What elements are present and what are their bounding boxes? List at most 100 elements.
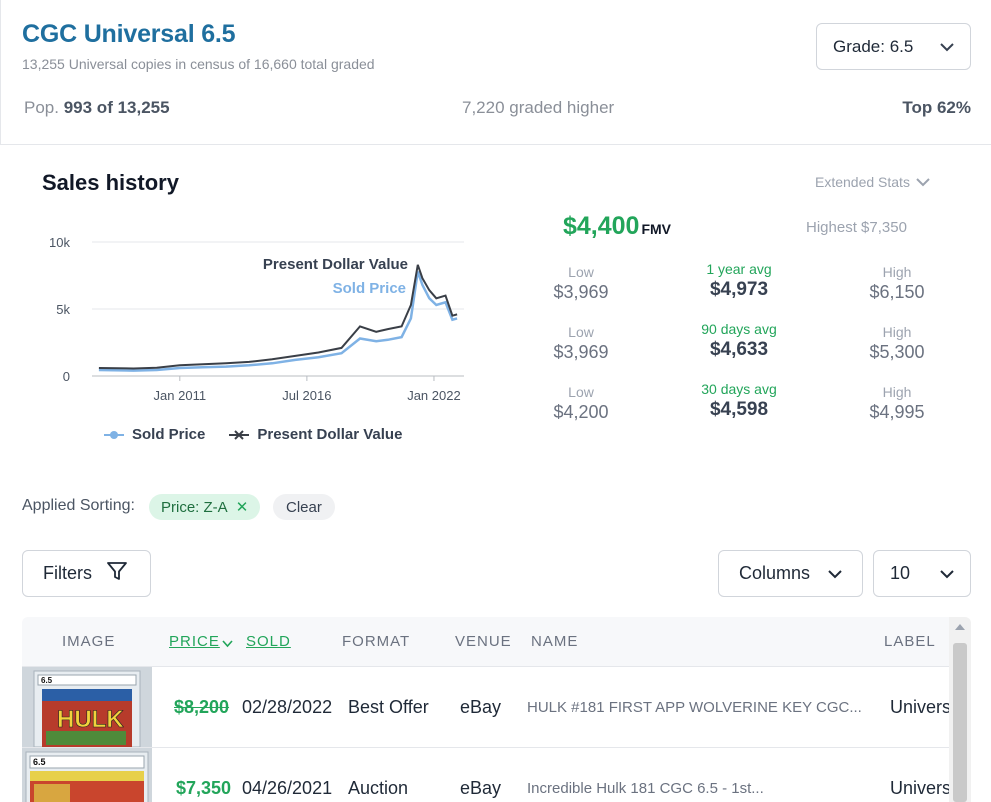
x-tick-label: Jan 2011 xyxy=(154,388,207,403)
chevron-down-icon xyxy=(940,37,954,57)
venue: eBay xyxy=(460,697,502,717)
extended-stats-label: Extended Stats xyxy=(815,174,910,190)
applied-sorting-label: Applied Sorting: xyxy=(22,497,135,514)
stat-low-1y: Low $3,969 xyxy=(511,264,651,303)
page-title: CGC Universal 6.5 xyxy=(22,20,236,48)
columns-label: Columns xyxy=(739,563,811,583)
close-icon[interactable]: ✕ xyxy=(236,498,249,516)
filters-label: Filters xyxy=(43,563,92,583)
column-header-venue: VENUE xyxy=(455,633,512,650)
annotation-sold-price: Sold Price xyxy=(333,280,406,297)
sales-history-chart: 10k 5k 0 Jan 2011 Jul 2016 Jan 2022 Present … xyxy=(49,235,464,403)
chevron-down-icon xyxy=(916,174,930,190)
pop-label: Pop. xyxy=(24,98,59,117)
stat-label: Low xyxy=(568,264,594,280)
grade-select[interactable]: Grade: 6.5 xyxy=(816,23,971,70)
column-header-price[interactable]: PRICE xyxy=(169,633,220,650)
fmv-amount: $4,400 xyxy=(563,212,640,240)
stat-avg-90d: 90 days avg $4,633 xyxy=(669,321,809,361)
price: $7,350 xyxy=(176,778,232,798)
stat-value: $4,995 xyxy=(869,402,925,422)
fmv-value: $4,400 FMV xyxy=(563,212,671,241)
stat-low-90d: Low $3,969 xyxy=(511,324,651,363)
comic-thumbnail[interactable]: 6.5 HULK xyxy=(22,667,152,747)
stat-high-90d: High $5,300 xyxy=(827,324,967,363)
filter-icon xyxy=(106,560,128,587)
sort-chip-price[interactable]: Price: Z-A ✕ xyxy=(149,494,261,520)
population: Pop. 993 of 13,255 xyxy=(24,98,170,118)
sold-date: 04/26/2021 xyxy=(242,778,333,798)
stat-label: Low xyxy=(568,384,594,400)
svg-text:HULK: HULK xyxy=(57,706,124,733)
chart-legend: Sold Price Present Dollar Value xyxy=(104,426,402,443)
thumb-grade: 6.5 xyxy=(33,757,46,767)
table-row[interactable]: 6.5 $7,350 04/26/2021 Auction eBay Incre… xyxy=(22,748,951,802)
per-page-value: 10 xyxy=(890,563,911,583)
column-header-image: IMAGE xyxy=(62,633,116,650)
stat-label: 30 days avg xyxy=(701,381,777,397)
graded-higher: 7,220 graded higher xyxy=(462,98,615,117)
stat-value: $3,969 xyxy=(553,342,609,362)
stat-value: $4,973 xyxy=(709,279,769,300)
stat-label: High xyxy=(882,264,912,280)
table-row[interactable]: 6.5 HULK $8,200 02/28/2022 Best Offer eB… xyxy=(22,667,952,748)
stat-label: High xyxy=(882,384,912,400)
sort-chip-label: Price: Z-A xyxy=(161,498,228,516)
format: Best Offer xyxy=(348,697,429,717)
column-header-label: LABEL xyxy=(884,633,936,650)
left-border xyxy=(0,0,1,145)
stat-avg-1y: 1 year avg $4,973 xyxy=(669,261,809,301)
listing-name[interactable]: Incredible Hulk 181 CGC 6.5 - 1st... xyxy=(527,780,764,797)
x-tick-label: Jul 2016 xyxy=(282,388,331,403)
stat-low-30d: Low $4,200 xyxy=(511,384,651,423)
columns-button[interactable]: Columns xyxy=(718,550,863,597)
stat-value: $6,150 xyxy=(869,282,925,302)
scrollbar-thumb[interactable] xyxy=(953,643,967,802)
column-header-sold[interactable]: SOLD xyxy=(246,633,291,650)
chevron-down-icon xyxy=(940,563,954,584)
price: $8,200 xyxy=(174,697,230,717)
legend-label: Present Dollar Value xyxy=(257,426,403,443)
stat-value: $4,633 xyxy=(709,339,769,360)
legend-present-dollar-value[interactable]: Present Dollar Value xyxy=(229,426,402,443)
thumb-grade: 6.5 xyxy=(41,676,53,685)
sold-date: 02/28/2022 xyxy=(242,697,333,717)
stat-value: $3,969 xyxy=(553,282,609,302)
pop-value: 993 of 13,255 xyxy=(63,98,170,117)
stat-high-1y: High $6,150 xyxy=(827,264,967,303)
legend-sold-price[interactable]: Sold Price xyxy=(104,426,205,443)
label: Univers xyxy=(890,697,952,717)
population-row: Pop. 993 of 13,255 7,220 graded higher T… xyxy=(0,98,991,122)
census-text: 13,255 Universal copies in census of 16,… xyxy=(22,56,375,72)
stat-value: $4,598 xyxy=(709,399,769,420)
y-tick-label: 0 xyxy=(63,369,70,384)
stat-label: Low xyxy=(568,324,594,340)
chevron-down-icon xyxy=(828,563,842,584)
stat-value: $5,300 xyxy=(869,342,925,362)
legend-label: Sold Price xyxy=(132,426,206,443)
stat-label: 1 year avg xyxy=(706,261,772,277)
table-scrollbar[interactable] xyxy=(949,617,971,802)
divider xyxy=(0,144,991,145)
stat-value: $4,200 xyxy=(553,402,609,422)
stat-label: High xyxy=(882,324,912,340)
extended-stats-toggle[interactable]: Extended Stats xyxy=(815,174,930,190)
annotation-present-dollar-value: Present Dollar Value xyxy=(263,256,408,273)
filters-button[interactable]: Filters xyxy=(22,550,151,597)
comic-thumbnail[interactable]: 6.5 xyxy=(22,748,152,802)
listing-name[interactable]: HULK #181 FIRST APP WOLVERINE KEY CGC... xyxy=(527,699,862,716)
y-tick-label: 5k xyxy=(56,302,70,317)
column-header-name: NAME xyxy=(531,633,579,650)
clear-sort-button[interactable]: Clear xyxy=(273,494,335,520)
per-page-select[interactable]: 10 xyxy=(873,550,971,597)
top-percent: Top 62% xyxy=(902,98,971,117)
scroll-up-icon[interactable] xyxy=(955,624,965,630)
venue: eBay xyxy=(460,778,502,798)
chevron-down-icon[interactable] xyxy=(222,635,233,653)
x-tick-label: Jan 2022 xyxy=(407,388,461,403)
table-header: IMAGE PRICE SOLD FORMAT VENUE NAME LABEL xyxy=(22,617,949,667)
sales-table: IMAGE PRICE SOLD FORMAT VENUE NAME LABEL… xyxy=(22,617,971,802)
column-header-format: FORMAT xyxy=(342,633,411,650)
y-tick-label: 10k xyxy=(49,235,70,250)
highest-sale: Highest $7,350 xyxy=(806,219,907,236)
